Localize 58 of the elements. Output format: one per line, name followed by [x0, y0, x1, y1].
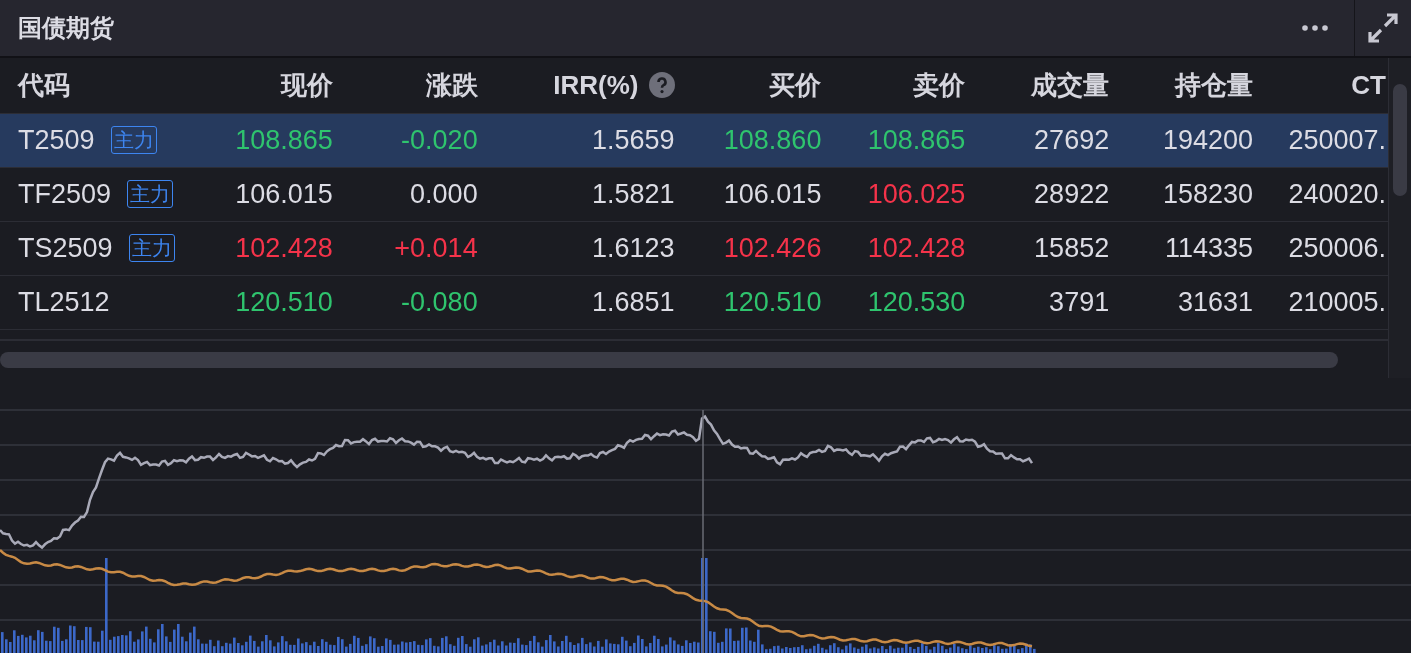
table-row[interactable]: T2509 主力 108.865 -0.020 1.5659 108.860 108.865 27692 194200 250007. — [0, 113, 1388, 168]
table-cell: +0.014 — [394, 232, 478, 264]
table-cell: 108.865 — [235, 124, 333, 156]
table-cell: 250007. — [1288, 124, 1386, 156]
contract-code: TS2509 — [18, 232, 113, 264]
more-icon[interactable] — [1302, 25, 1328, 31]
column-header[interactable]: 卖价 — [913, 67, 966, 103]
contract-code: T2509 — [18, 124, 95, 156]
table-cell: -0.020 — [401, 124, 478, 156]
help-icon[interactable] — [648, 72, 675, 99]
table-cell: 28922 — [1034, 178, 1110, 210]
table-cell: 108.865 — [867, 124, 966, 156]
table-cell: 27692 — [1034, 124, 1110, 156]
vertical-scrollbar[interactable] — [1393, 84, 1407, 196]
tag: 主力 — [127, 180, 174, 209]
table-cell: 120.530 — [867, 286, 966, 318]
column-header[interactable]: IRR(%) — [553, 69, 639, 101]
table-row[interactable]: TL2512 120.510 -0.080 1.6851 120.510 120.530 3791 31631 210005. — [0, 275, 1388, 330]
contract-code: TF2509 — [18, 178, 112, 210]
expand-icon[interactable] — [1368, 13, 1398, 43]
table-cell: 102.428 — [867, 232, 966, 264]
contract-code: TL2512 — [18, 286, 110, 318]
table-cell: 194200 — [1162, 124, 1254, 156]
tag: 主力 — [110, 126, 157, 155]
table-cell: 102.426 — [723, 232, 822, 264]
table-cell: 108.860 — [723, 124, 822, 156]
table-cell: 1.6851 — [591, 286, 675, 318]
column-header[interactable]: 成交量 — [1031, 67, 1110, 103]
horizontal-scrollbar[interactable] — [0, 351, 1338, 368]
column-header[interactable]: CT — [1351, 69, 1386, 101]
tag: 主力 — [128, 234, 175, 263]
column-header[interactable]: 持仓量 — [1175, 67, 1254, 103]
table-cell: 15852 — [1034, 232, 1110, 264]
table-cell: 3791 — [1049, 286, 1110, 318]
table-cell: -0.080 — [401, 286, 478, 318]
table-cell: 240020. — [1288, 178, 1386, 210]
table-row[interactable]: TS2509 主力 102.428 +0.014 1.6123 102.426 102.428 15852 114335 250006. — [0, 221, 1388, 276]
column-header[interactable]: 买价 — [769, 67, 822, 103]
table-cell: 106.015 — [723, 178, 822, 210]
column-header[interactable]: 代码 — [18, 67, 70, 103]
table-cell: 250006. — [1288, 232, 1386, 264]
table-cell: 1.6123 — [591, 232, 675, 264]
panel-title: 国债期货 — [17, 13, 115, 43]
table-cell: 120.510 — [723, 286, 822, 318]
table-cell: 1.5821 — [591, 178, 675, 210]
table-cell: 114335 — [1165, 232, 1254, 264]
table-cell: 0.000 — [410, 178, 478, 210]
table-cell: 31631 — [1178, 286, 1254, 318]
table-cell: 1.5659 — [591, 124, 675, 156]
table-cell: 106.025 — [867, 178, 966, 210]
column-header[interactable]: 现价 — [280, 67, 333, 103]
column-header[interactable]: 涨跌 — [425, 67, 478, 103]
table-cell: 102.428 — [235, 232, 333, 264]
table-cell: 158230 — [1162, 178, 1254, 210]
table-cell: 106.015 — [235, 178, 333, 210]
table-cell: 210005. — [1288, 286, 1386, 318]
table-cell: 120.510 — [235, 286, 333, 318]
table-row[interactable]: TF2509 主力 106.015 0.000 1.5821 106.015 106.025 28922 158230 240020. — [0, 167, 1388, 222]
